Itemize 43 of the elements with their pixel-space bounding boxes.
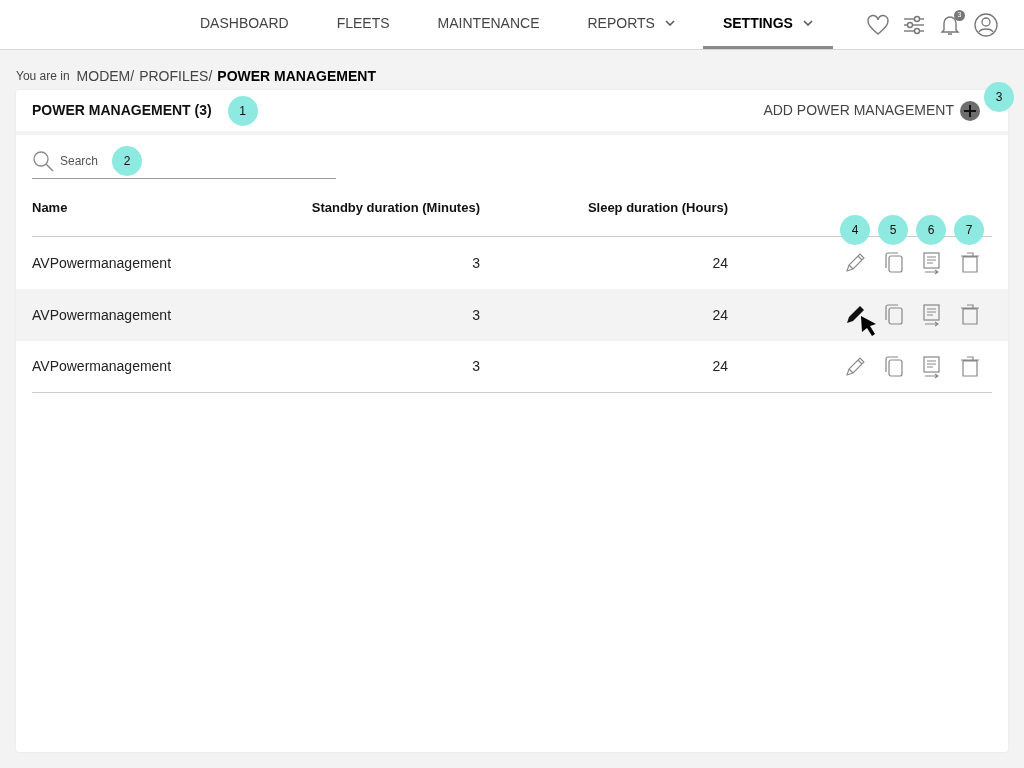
- table-cell-text: 24: [711, 305, 728, 325]
- table-cell-text: 3: [471, 357, 480, 376]
- column-header: Name: [32, 198, 69, 217]
- callout-marker: 1: [227, 95, 258, 126]
- callout-marker: 4: [840, 215, 870, 245]
- callout-marker: 6: [916, 215, 946, 245]
- callout-marker: 7: [954, 215, 984, 245]
- table-cell-text: 3: [471, 253, 480, 273]
- trash-icon[interactable]: [958, 251, 982, 275]
- nav-tab[interactable]: FLEETS: [316, 0, 410, 49]
- column-header: Sleep duration (Hours): [586, 198, 728, 217]
- heart-icon[interactable]: [866, 13, 890, 36]
- search-icon: [32, 149, 54, 172]
- table-cell-text: AVPowermanagement: [32, 305, 173, 325]
- plus-icon: [960, 100, 980, 121]
- callout-marker: 3: [984, 82, 1014, 112]
- table-cell-text: 24: [711, 253, 728, 273]
- nav-tab[interactable]: MAINTENANCE: [417, 0, 560, 49]
- table-cell-text: 24: [711, 357, 728, 376]
- search-field[interactable]: Search: [60, 148, 104, 173]
- nav-tab[interactable]: SETTINGS: [702, 0, 833, 49]
- nav-tab[interactable]: REPORTS: [567, 0, 695, 49]
- breadcrumb-current: POWER MANAGEMENT: [217, 66, 376, 86]
- add-button[interactable]: ADD POWER MANAGEMENT: [763, 100, 980, 121]
- callout-marker: 5: [878, 215, 908, 245]
- sliders-icon[interactable]: [902, 13, 926, 36]
- nav-tab[interactable]: DASHBOARD: [180, 0, 309, 49]
- breadcrumb-link[interactable]: MODEM/: [76, 65, 135, 87]
- breadcrumb-label: You are in: [16, 68, 70, 85]
- user-avatar-icon[interactable]: [974, 12, 998, 37]
- copy-icon[interactable]: [882, 303, 906, 327]
- panel-title: POWER MANAGEMENT (3): [32, 101, 212, 120]
- trash-icon[interactable]: [958, 354, 982, 379]
- table-cell-text: 3: [471, 305, 480, 325]
- copy-icon[interactable]: [882, 354, 906, 379]
- table-cell-text: AVPowermanagement: [32, 357, 173, 376]
- mouse-cursor-icon: [860, 315, 878, 337]
- breadcrumb-link[interactable]: PROFILES/: [139, 65, 213, 87]
- copy-icon[interactable]: [882, 251, 906, 275]
- table-cell-text: AVPowermanagement: [32, 253, 173, 273]
- callout-marker: 2: [112, 145, 142, 176]
- trash-icon[interactable]: [958, 303, 982, 327]
- column-header: Standby duration (Minutes): [310, 198, 480, 217]
